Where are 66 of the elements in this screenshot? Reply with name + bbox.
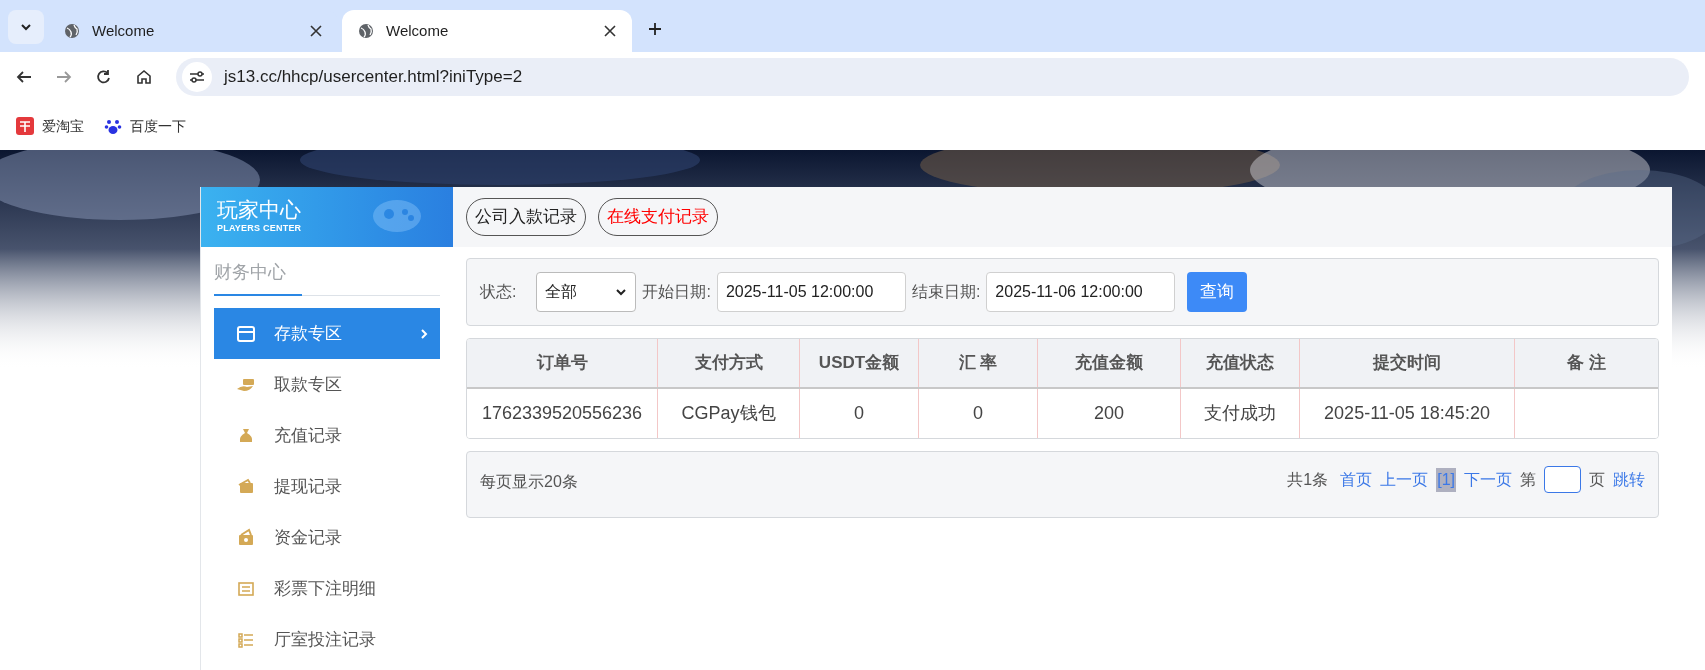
status-select[interactable]: 全部: [536, 272, 637, 312]
banner-title: 玩家中心: [217, 198, 302, 223]
back-icon[interactable]: [16, 69, 32, 85]
home-icon[interactable]: [136, 69, 152, 85]
page-number-field[interactable]: [1544, 466, 1581, 493]
sidebar-item[interactable]: 存款专区: [214, 308, 440, 359]
table-cell-text: 2025-11-05 18:45:20: [1324, 402, 1490, 425]
record-tab[interactable]: 公司入款记录: [466, 198, 586, 236]
table-cell-text: CGPay钱包: [681, 402, 776, 425]
column-header: 充值状态: [1181, 339, 1300, 387]
column-header: 备 注: [1566, 352, 1607, 375]
banner-subtitle: PLAYERS CENTER: [217, 222, 302, 236]
sidebar-item[interactable]: 取款专区: [214, 359, 440, 410]
sidebar-item[interactable]: 充值记录: [214, 410, 440, 461]
forward-icon[interactable]: [56, 69, 72, 85]
bookmark[interactable]: 爱淘宝: [16, 115, 84, 137]
url-text: js13.cc/hhcp/usercenter.html?iniType=2: [224, 66, 523, 89]
table-cell-text: 1762339520556236: [481, 402, 643, 425]
browser-tab[interactable]: Welcome: [342, 10, 632, 52]
table-cell-text: 0: [973, 402, 983, 425]
start-date-label: 开始日期:: [642, 282, 711, 302]
previous-page-link[interactable]: 上一页: [1380, 467, 1429, 492]
close-icon[interactable]: [604, 25, 616, 37]
globe-icon: [64, 23, 80, 39]
column-header: 支付方式: [658, 339, 800, 387]
first-page-link[interactable]: 首页: [1340, 467, 1373, 492]
site-settings-icon[interactable]: [182, 62, 212, 92]
new-tab-icon[interactable]: [648, 22, 662, 36]
column-header: 订单号: [467, 339, 658, 387]
cash-icon: [236, 527, 256, 548]
chevron-right-icon: [420, 327, 428, 340]
section-heading: 财务中心: [214, 259, 302, 296]
sidebar-item[interactable]: 资金记录: [214, 512, 440, 563]
close-icon[interactable]: [310, 25, 322, 37]
goto-prefix: 第: [1520, 469, 1536, 490]
goto-suffix: 页: [1589, 469, 1605, 490]
column-header: USDT金额: [800, 339, 919, 387]
table-cell-text: 0: [854, 402, 864, 425]
paw-icon: [104, 117, 122, 135]
total-count: 共1条: [1287, 469, 1329, 490]
end-date-label: 结束日期:: [911, 282, 981, 302]
reload-icon[interactable]: [96, 69, 112, 85]
chevron-down-icon: [615, 288, 628, 296]
chevron-down-icon: [20, 23, 32, 31]
sidebar-item[interactable]: 厅室投注记录: [214, 614, 440, 665]
jump-link[interactable]: 跳转: [1613, 467, 1645, 492]
address-bar[interactable]: js13.cc/hhcp/usercenter.html?iniType=2: [176, 58, 1689, 96]
status-label: 状态:: [480, 282, 517, 302]
tab-title: Welcome: [386, 20, 450, 41]
column-header: 汇 率: [919, 339, 1038, 387]
record-tab[interactable]: 在线支付记录: [598, 198, 718, 236]
sidebar-item[interactable]: 提现记录: [214, 461, 440, 512]
end-date-field[interactable]: 2025-11-06 12:00:00: [986, 272, 1176, 312]
column-header: 提交时间: [1300, 339, 1515, 387]
card-icon: [236, 323, 256, 344]
per-page-text: 每页显示20条: [480, 472, 578, 492]
bookmark[interactable]: 百度一下: [104, 115, 186, 137]
table-cell-text: 200: [1093, 402, 1124, 425]
globe-icon: [358, 23, 374, 39]
column-header: 充值金额: [1038, 339, 1181, 387]
tab-title: Welcome: [92, 20, 156, 41]
start-date-field[interactable]: 2025-11-05 12:00:00: [716, 272, 906, 312]
next-page-link[interactable]: 下一页: [1464, 467, 1512, 492]
table-cell-text: 支付成功: [1204, 402, 1276, 425]
sidebar-item[interactable]: 彩票下注明细: [214, 563, 440, 614]
bookmark-icon: [16, 117, 34, 135]
